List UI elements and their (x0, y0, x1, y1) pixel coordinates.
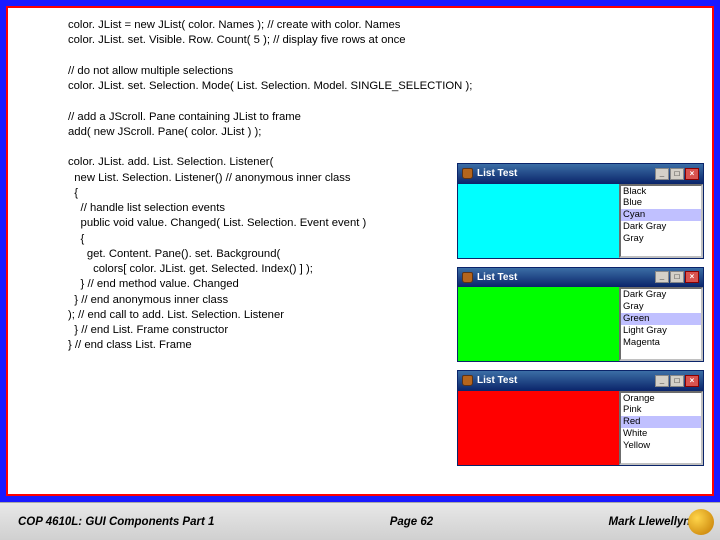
java-icon (462, 168, 473, 179)
titlebar[interactable]: List Test _□× (458, 164, 703, 184)
list-item[interactable]: Gray (621, 233, 701, 245)
list-item[interactable]: White (621, 428, 701, 440)
maximize-button[interactable]: □ (670, 271, 684, 283)
list-item[interactable]: Gray (621, 301, 701, 313)
list-item[interactable]: Light Gray (621, 325, 701, 337)
footer-course: COP 4610L: GUI Components Part 1 (18, 516, 214, 528)
color-listbox[interactable]: OrangePinkRedWhiteYellow (619, 391, 703, 465)
java-icon (462, 375, 473, 386)
color-pane (458, 391, 619, 465)
code-line: // add a JScroll. Pane containing JList … (68, 111, 301, 123)
titlebar[interactable]: List Test _□× (458, 371, 703, 391)
list-item[interactable]: Green (621, 313, 701, 325)
code-line: new List. Selection. Listener() // anony… (68, 172, 351, 184)
minimize-button[interactable]: _ (655, 168, 669, 180)
color-listbox[interactable]: Dark GrayGrayGreenLight GrayMagenta (619, 287, 703, 361)
footer: COP 4610L: GUI Components Part 1 Page 62… (0, 502, 720, 540)
close-button[interactable]: × (685, 375, 699, 387)
window-title: List Test (477, 167, 517, 181)
list-item[interactable]: Cyan (621, 209, 701, 221)
code-line: } // end method value. Changed (68, 278, 239, 290)
code-line: ); // end call to add. List. Selection. … (68, 309, 284, 321)
list-item[interactable]: Blue (621, 197, 701, 209)
list-item[interactable]: Dark Gray (621, 289, 701, 301)
code-line: color. JList. set. Visible. Row. Count( … (68, 34, 406, 46)
maximize-button[interactable]: □ (670, 168, 684, 180)
slide: color. JList = new JList( color. Names )… (0, 0, 720, 540)
java-icon (462, 272, 473, 283)
list-item[interactable]: Black (621, 186, 701, 198)
close-button[interactable]: × (685, 168, 699, 180)
maximize-button[interactable]: □ (670, 375, 684, 387)
code-line: // do not allow multiple selections (68, 65, 233, 77)
footer-page: Page 62 (390, 516, 433, 528)
list-item[interactable]: Pink (621, 404, 701, 416)
list-item[interactable]: Dark Gray (621, 221, 701, 233)
code-line: get. Content. Pane(). set. Background( (68, 248, 283, 260)
code-line: { (68, 187, 84, 199)
code-line: color. JList. add. List. Selection. List… (68, 156, 273, 168)
code-line: } // end anonymous inner class (68, 294, 228, 306)
slide-content: color. JList = new JList( color. Names )… (6, 6, 714, 496)
code-line: add( new JScroll. Pane( color. JList ) )… (68, 126, 261, 138)
minimize-button[interactable]: _ (655, 271, 669, 283)
code-line: public void value. Changed( List. Select… (68, 217, 366, 229)
list-item[interactable]: Magenta (621, 337, 701, 349)
code-line: colors[ color. JList. get. Selected. Ind… (68, 263, 313, 275)
close-button[interactable]: × (685, 271, 699, 283)
ucf-logo-icon (688, 509, 714, 535)
mini-window: List Test _□× BlackBlueCyanDark GrayGray (457, 163, 704, 259)
code-line: { (68, 233, 84, 245)
list-item[interactable]: Orange (621, 393, 701, 405)
code-line: color. JList = new JList( color. Names )… (68, 19, 400, 31)
list-item[interactable]: Red (621, 416, 701, 428)
code-line: // handle list selection events (68, 202, 225, 214)
list-item[interactable]: Yellow (621, 440, 701, 452)
color-listbox[interactable]: BlackBlueCyanDark GrayGray (619, 184, 703, 258)
minimize-button[interactable]: _ (655, 375, 669, 387)
window-stack: List Test_□×BlackBlueCyanDark GrayGrayLi… (457, 163, 704, 474)
mini-window: List Test _□× Dark GrayGrayGreenLight Gray… (457, 267, 704, 363)
window-title: List Test (477, 374, 517, 388)
code-line: color. JList. set. Selection. Mode( List… (68, 80, 472, 92)
code-line: } // end class List. Frame (68, 339, 192, 351)
mini-window: List Test _□× OrangePinkRedWhiteYellow (457, 370, 704, 466)
color-pane (458, 184, 619, 258)
code-line: } // end List. Frame constructor (68, 324, 228, 336)
titlebar[interactable]: List Test _□× (458, 268, 703, 288)
window-title: List Test (477, 271, 517, 285)
color-pane (458, 287, 619, 361)
